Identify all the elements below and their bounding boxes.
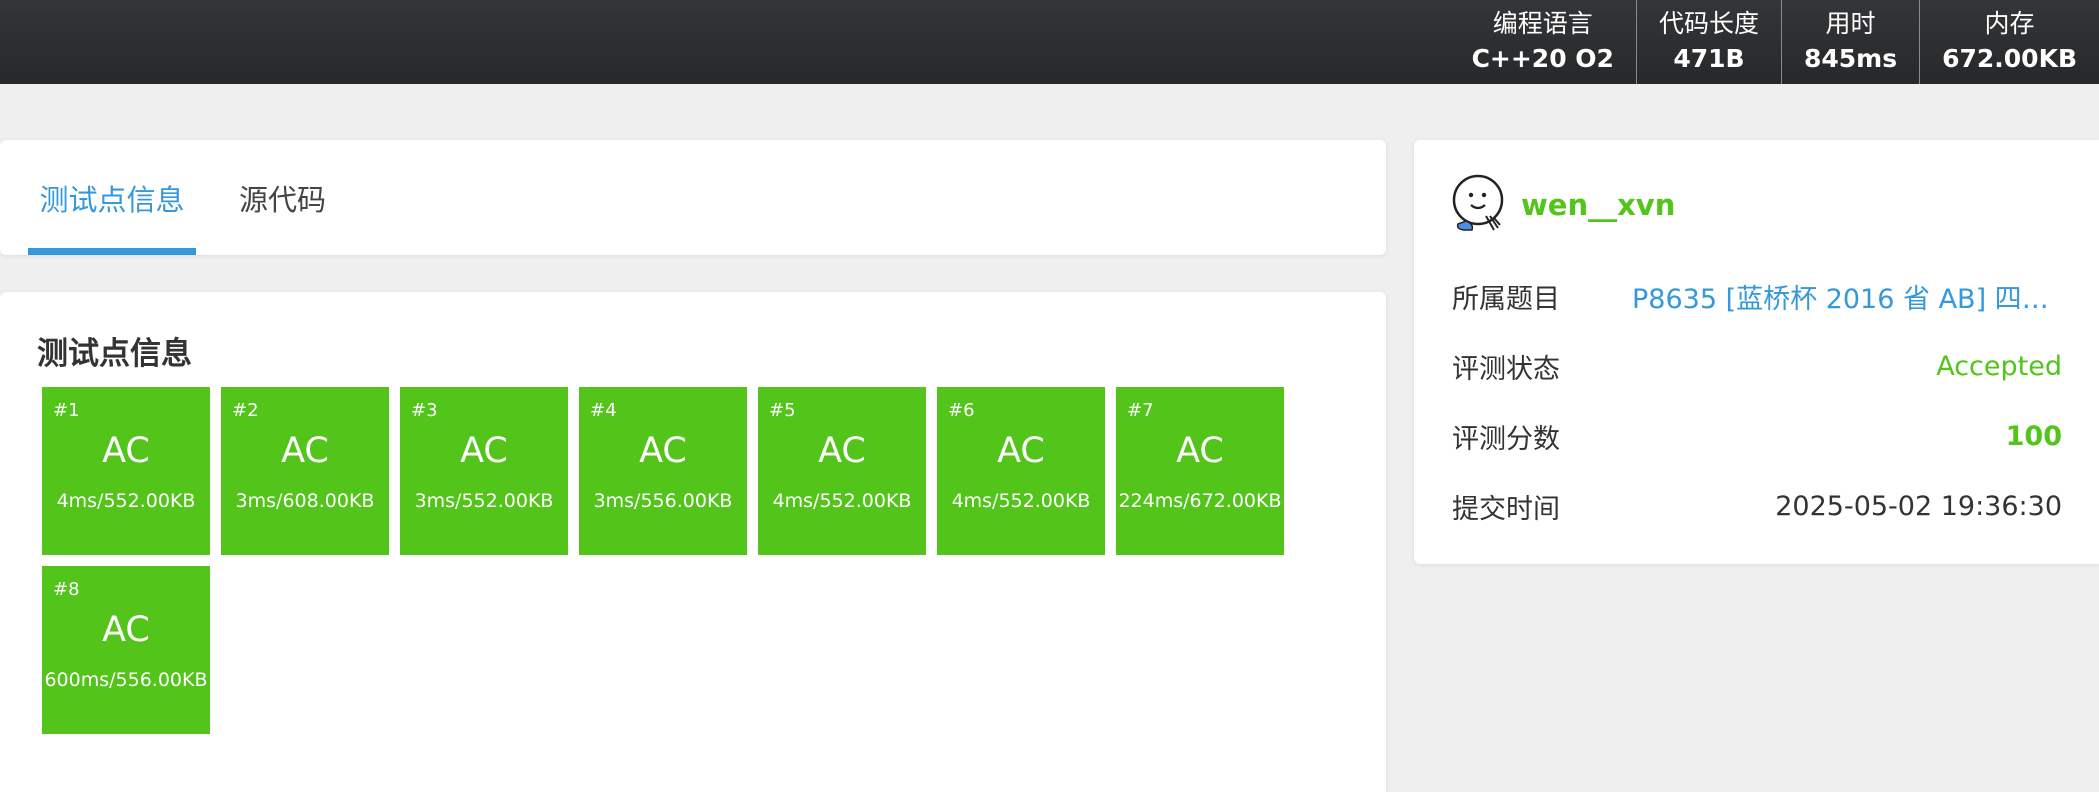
case-number: #5 <box>769 400 796 421</box>
submission-info-panel: wen__xvn 所属题目 P8635 [蓝桥杯 2016 省 AB] 四平方和… <box>1414 140 2099 564</box>
case-resource: 3ms/608.00KB <box>235 490 375 512</box>
case-number: #1 <box>53 400 80 421</box>
case-number: #7 <box>1127 400 1154 421</box>
case-status: AC <box>102 431 150 471</box>
submit-time-value: 2025-05-02 19:36:30 <box>1775 490 2062 522</box>
status-value: Accepted <box>1936 350 2062 382</box>
username[interactable]: wen__xvn <box>1521 188 1675 222</box>
info-row-submit-time: 提交时间 2025-05-02 19:36:30 <box>1452 486 2062 526</box>
case-number: #3 <box>411 400 438 421</box>
test-cases-panel: 测试点信息 #1 AC 4ms/552.00KB #2 AC 3ms/608.0… <box>0 292 1386 792</box>
case-status: AC <box>460 431 508 471</box>
problem-link[interactable]: P8635 [蓝桥杯 2016 省 AB] 四平方和 <box>1632 277 2062 316</box>
case-resource: 3ms/556.00KB <box>593 490 733 512</box>
info-row-score: 评测分数 100 <box>1452 416 2062 456</box>
smiley-face-avatar-icon[interactable] <box>1452 174 1508 234</box>
case-resource: 4ms/552.00KB <box>56 490 196 512</box>
tab-bar: 测试点信息 源代码 <box>0 140 1386 255</box>
stat-label: 内存 <box>1984 9 2035 38</box>
top-bar: 编程语言 C++20 O2 代码长度 471B 用时 845ms 内存 672.… <box>0 0 2099 84</box>
case-number: #6 <box>948 400 975 421</box>
case-resource: 4ms/552.00KB <box>951 490 1091 512</box>
stat-value: 845ms <box>1803 44 1898 73</box>
tab-test-case-info[interactable]: 测试点信息 <box>28 140 196 255</box>
stat-label: 编程语言 <box>1492 9 1593 38</box>
submission-stats: 编程语言 C++20 O2 代码长度 471B 用时 845ms 内存 672.… <box>1450 0 2099 84</box>
case-status: AC <box>639 431 687 471</box>
test-case-tile[interactable]: #5 AC 4ms/552.00KB <box>758 387 926 555</box>
test-case-tile[interactable]: #2 AC 3ms/608.00KB <box>221 387 389 555</box>
score-label: 评测分数 <box>1452 423 1560 455</box>
case-number: #4 <box>590 400 617 421</box>
stat-code-length: 代码长度 471B <box>1635 0 1781 84</box>
stat-value: 672.00KB <box>1942 44 2077 73</box>
case-resource: 3ms/552.00KB <box>414 490 554 512</box>
stat-memory: 内存 672.00KB <box>1919 0 2099 84</box>
test-case-tile[interactable]: #8 AC 600ms/556.00KB <box>42 566 210 734</box>
score-value: 100 <box>2005 420 2062 452</box>
stat-label: 用时 <box>1825 9 1876 38</box>
tab-source-code[interactable]: 源代码 <box>239 140 326 255</box>
info-row-problem: 所属题目 P8635 [蓝桥杯 2016 省 AB] 四平方和 <box>1452 276 2062 316</box>
test-case-grid: #1 AC 4ms/552.00KB #2 AC 3ms/608.00KB #3… <box>42 387 1292 734</box>
case-resource: 600ms/556.00KB <box>44 669 208 691</box>
case-resource: 4ms/552.00KB <box>772 490 912 512</box>
status-label: 评测状态 <box>1452 353 1560 385</box>
test-case-tile[interactable]: #3 AC 3ms/552.00KB <box>400 387 568 555</box>
case-number: #2 <box>232 400 259 421</box>
stat-time: 用时 845ms <box>1780 0 1919 84</box>
case-status: AC <box>281 431 329 471</box>
case-status: AC <box>102 610 150 650</box>
case-status: AC <box>997 431 1045 471</box>
section-title: 测试点信息 <box>37 336 192 372</box>
stat-value: C++20 O2 <box>1471 44 1614 73</box>
case-resource: 224ms/672.00KB <box>1118 490 1282 512</box>
case-status: AC <box>1176 431 1224 471</box>
stat-language: 编程语言 C++20 O2 <box>1450 0 1636 84</box>
test-case-tile[interactable]: #4 AC 3ms/556.00KB <box>579 387 747 555</box>
case-status: AC <box>818 431 866 471</box>
info-row-status: 评测状态 Accepted <box>1452 346 2062 386</box>
submit-time-label: 提交时间 <box>1452 493 1560 525</box>
case-number: #8 <box>53 579 80 600</box>
stat-value: 471B <box>1673 44 1745 73</box>
stat-label: 代码长度 <box>1658 9 1759 38</box>
test-case-tile[interactable]: #7 AC 224ms/672.00KB <box>1116 387 1284 555</box>
test-case-tile[interactable]: #6 AC 4ms/552.00KB <box>937 387 1105 555</box>
problem-label: 所属题目 <box>1452 283 1560 315</box>
test-case-tile[interactable]: #1 AC 4ms/552.00KB <box>42 387 210 555</box>
